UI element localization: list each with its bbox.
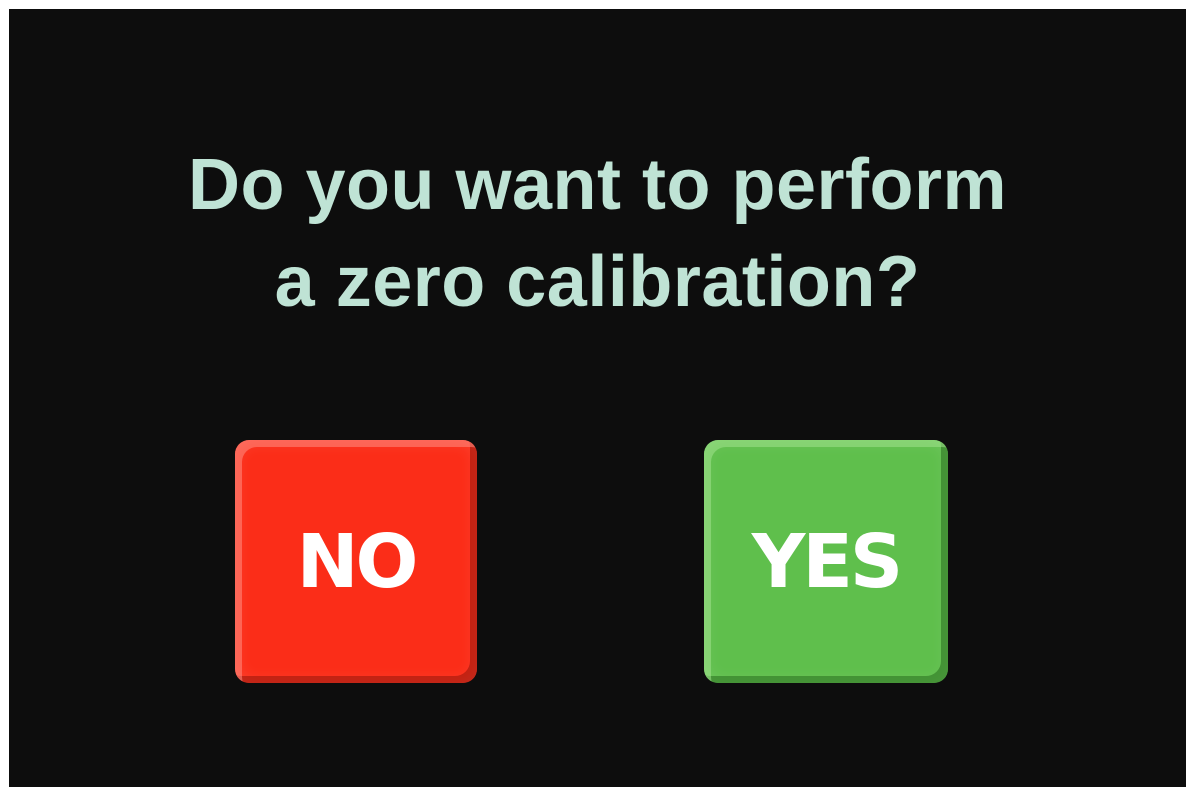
no-button[interactable]: NO xyxy=(235,440,477,683)
yes-button-label: YES xyxy=(751,518,903,605)
prompt-line-1: Do you want to perform xyxy=(188,145,1007,225)
yes-button[interactable]: YES xyxy=(704,440,948,683)
prompt-line-2: a zero calibration? xyxy=(274,242,921,322)
calibration-prompt: Do you want to perform a zero calibratio… xyxy=(9,137,1186,331)
calibration-screen: Do you want to perform a zero calibratio… xyxy=(9,9,1186,787)
no-button-label: NO xyxy=(296,518,419,605)
